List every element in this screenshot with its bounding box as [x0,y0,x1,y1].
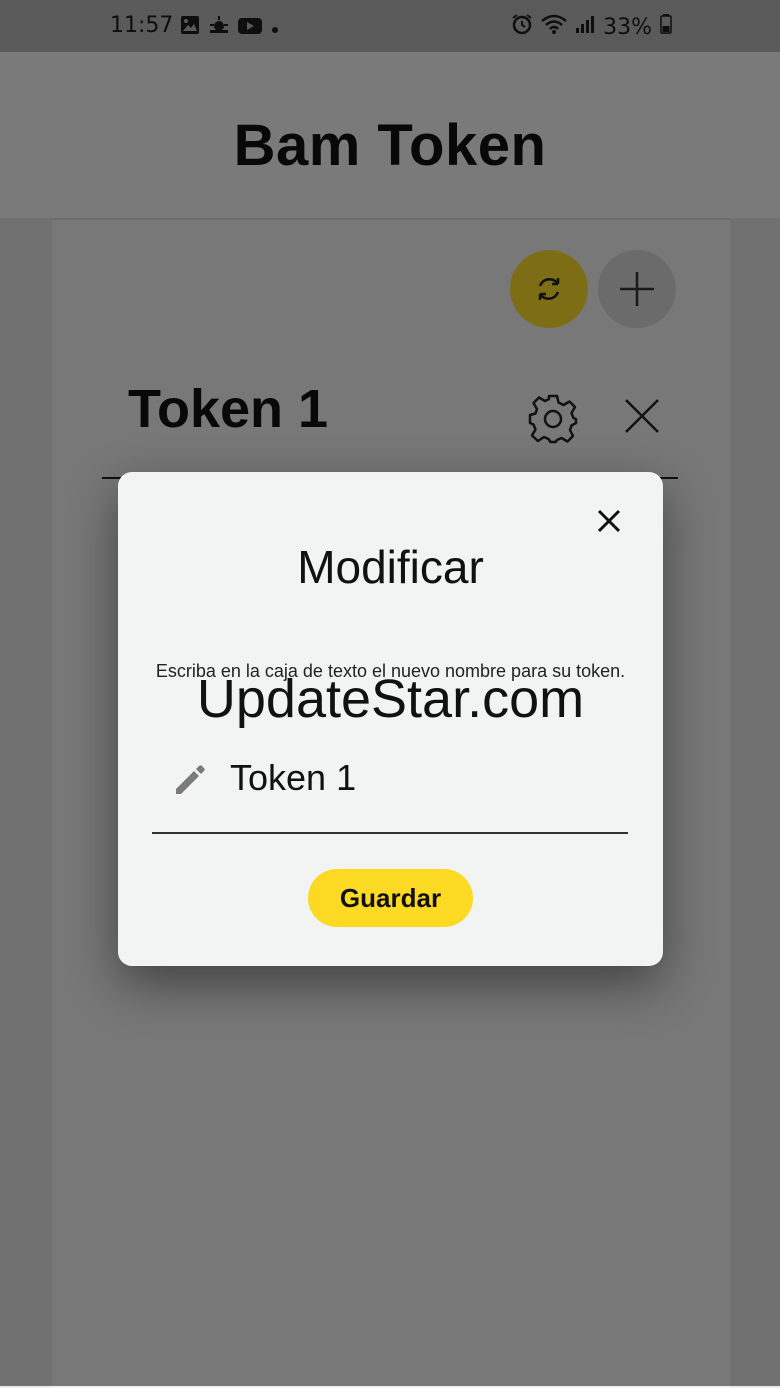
token-name-field [152,750,628,834]
dialog-close-button[interactable] [594,506,624,536]
pencil-icon [170,760,210,800]
close-icon [597,509,621,533]
dialog-message: Escriba en la caja de texto el nuevo nom… [155,661,626,681]
save-button[interactable]: Guardar [308,869,473,927]
token-name-input[interactable] [230,750,620,806]
rename-dialog: Modificar Escriba en la caja de texto el… [118,472,663,966]
dialog-title: Modificar [297,541,484,593]
